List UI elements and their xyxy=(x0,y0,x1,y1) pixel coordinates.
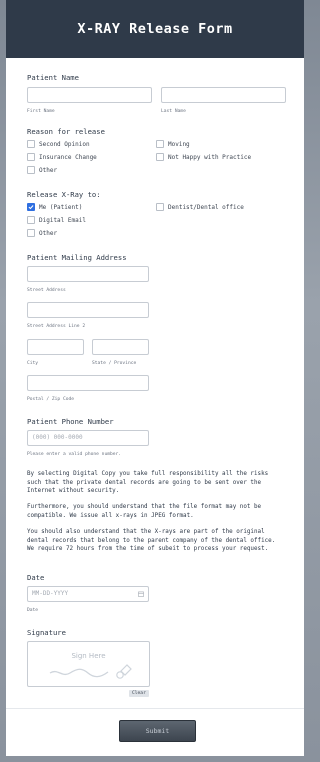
release-option-dentist[interactable]: Dentist/Dental office xyxy=(156,203,244,211)
phone-input[interactable]: (000) 000-0000 xyxy=(27,430,149,446)
option-label: Other xyxy=(39,166,58,174)
reason-label: Reason for release xyxy=(27,127,105,136)
phone-label: Patient Phone Number xyxy=(27,417,114,426)
option-label: Me (Patient) xyxy=(39,203,83,211)
reason-option-not-happy[interactable]: Not Happy with Practice xyxy=(156,153,251,161)
last-name-sublabel: Last Name xyxy=(161,109,186,114)
form-frame: X-RAY Release Form Patient Name First Na… xyxy=(6,0,304,756)
signature-placeholder: Sign Here xyxy=(71,652,106,660)
option-label: Insurance Change xyxy=(39,153,97,161)
checkbox-checked[interactable] xyxy=(27,203,35,211)
street-address-sublabel: Street Address xyxy=(27,288,66,293)
footer-divider xyxy=(6,708,304,709)
date-label: Date xyxy=(27,573,45,582)
street-address-line2-input[interactable] xyxy=(27,302,149,318)
reason-option-other[interactable]: Other xyxy=(27,166,57,174)
release-option-digital-email[interactable]: Digital Email xyxy=(27,216,86,224)
postal-code-input[interactable] xyxy=(27,375,149,391)
release-option-me-patient[interactable]: Me (Patient) xyxy=(27,203,82,211)
signature-pad[interactable]: Sign Here xyxy=(27,641,150,687)
street-address-line2-sublabel: Street Address Line 2 xyxy=(27,324,86,329)
first-name-input[interactable] xyxy=(27,87,152,103)
release-option-other[interactable]: Other xyxy=(27,229,57,237)
state-sublabel: State / Province xyxy=(92,361,137,366)
clear-signature-button[interactable]: Clear xyxy=(129,690,149,697)
option-label: Other xyxy=(39,229,58,237)
calendar-icon xyxy=(138,591,144,597)
reason-option-insurance-change[interactable]: Insurance Change xyxy=(27,153,97,161)
checkmark-icon xyxy=(28,205,34,210)
phone-hint: Please enter a valid phone number. xyxy=(27,452,122,457)
form-header: X-RAY Release Form xyxy=(6,0,304,58)
option-label: Not Happy with Practice xyxy=(168,153,252,161)
reason-option-second-opinion[interactable]: Second Opinion xyxy=(27,140,90,148)
checkbox[interactable] xyxy=(156,153,164,161)
signature-placeholder-icon xyxy=(49,664,132,679)
date-input[interactable]: MM-DD-YYYY xyxy=(27,586,149,602)
checkbox[interactable] xyxy=(156,140,164,148)
first-name-sublabel: First Name xyxy=(27,109,55,114)
disclaimer-paragraph-1: By selecting Digital Copy you take full … xyxy=(27,471,269,495)
checkbox[interactable] xyxy=(27,166,35,174)
date-placeholder: MM-DD-YYYY xyxy=(32,590,69,597)
date-sublabel: Date xyxy=(27,608,39,613)
option-label: Dentist/Dental office xyxy=(168,203,244,211)
postal-code-sublabel: Postal / Zip Code xyxy=(27,397,75,402)
option-label: Digital Email xyxy=(39,216,86,224)
street-address-input[interactable] xyxy=(27,266,149,282)
signature-label: Signature xyxy=(27,628,66,637)
form-title: X-RAY Release Form xyxy=(77,21,233,37)
option-label: Second Opinion xyxy=(39,140,90,148)
city-input[interactable] xyxy=(27,339,84,355)
last-name-input[interactable] xyxy=(161,87,286,103)
disclaimer-paragraph-2: Furthermore, you should understand that … xyxy=(27,504,262,519)
state-input[interactable] xyxy=(92,339,149,355)
patient-name-label: Patient Name xyxy=(27,73,79,82)
checkbox[interactable] xyxy=(27,229,35,237)
checkbox[interactable] xyxy=(27,140,35,148)
city-sublabel: City xyxy=(27,361,39,366)
checkbox[interactable] xyxy=(27,216,35,224)
release-to-label: Release X-Ray to: xyxy=(27,190,101,199)
reason-option-moving[interactable]: Moving xyxy=(156,140,190,148)
checkbox[interactable] xyxy=(27,153,35,161)
option-label: Moving xyxy=(168,140,190,148)
form-card: Patient Name First Name Last Name Reason… xyxy=(6,58,304,756)
mailing-address-label: Patient Mailing Address xyxy=(27,253,127,262)
checkbox[interactable] xyxy=(156,203,164,211)
disclaimer-paragraph-3: You should also understand that the X-ra… xyxy=(27,529,276,553)
submit-button[interactable]: Submit xyxy=(119,720,196,742)
